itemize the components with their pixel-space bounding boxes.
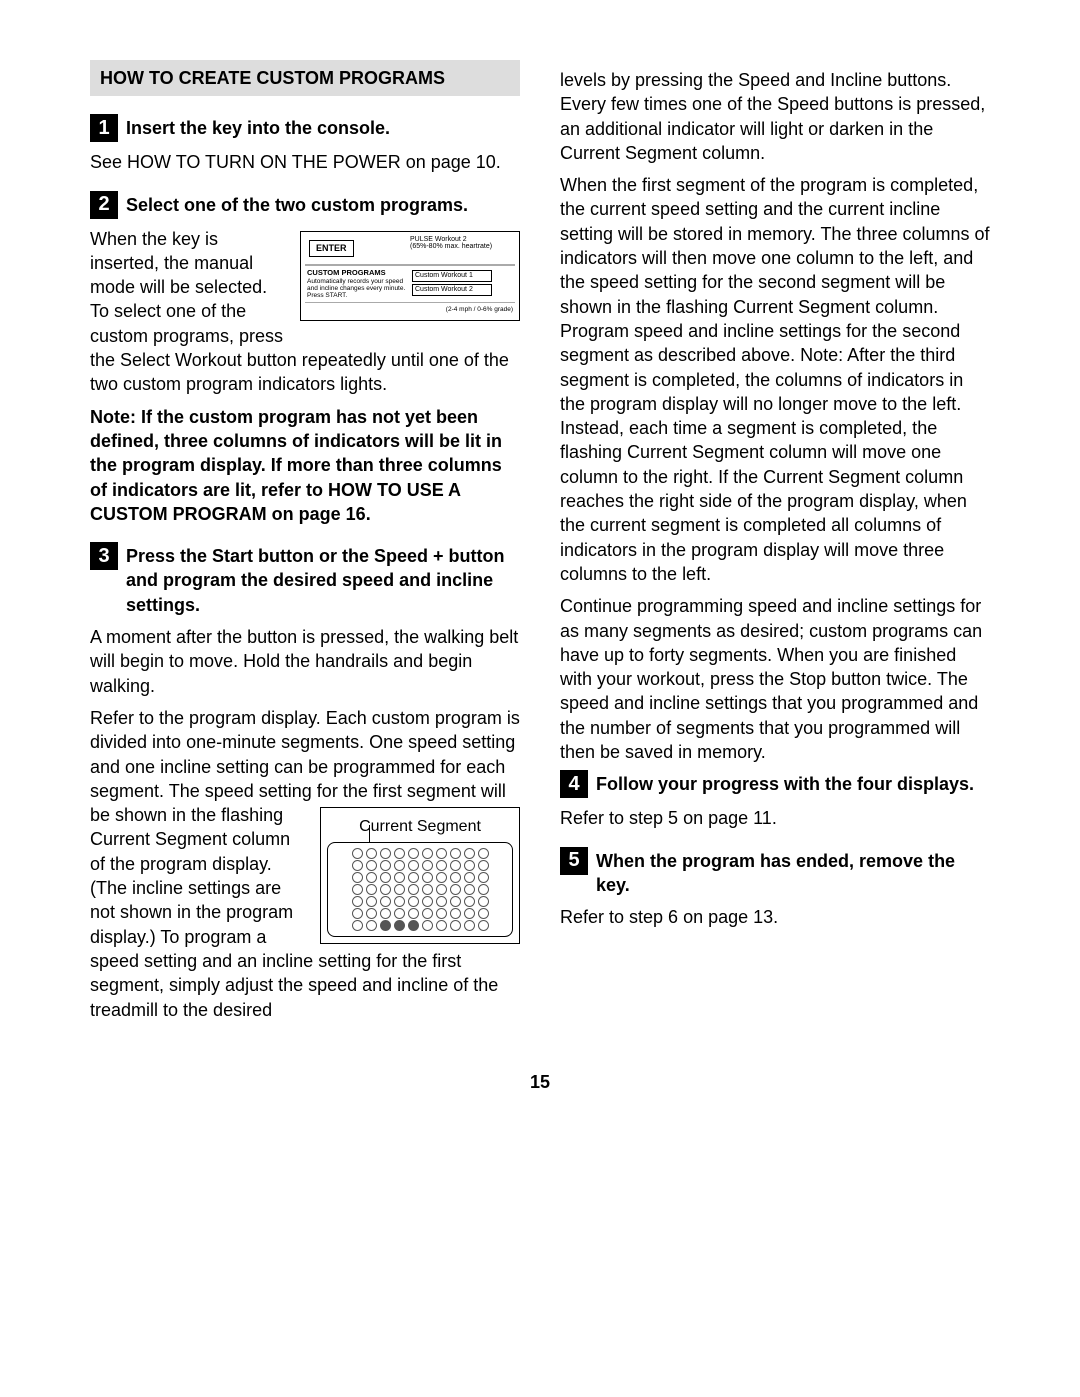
page-number: 15: [90, 1070, 990, 1094]
step-4-title: Follow your progress with the four displ…: [596, 772, 974, 796]
step-1: 1 Insert the key into the console. See H…: [90, 116, 520, 174]
step-3-p3: levels by pressing the Speed and Incline…: [560, 68, 990, 165]
step-3: 3 Press the Start button or the Speed + …: [90, 544, 520, 1022]
custom-workout-1-label: Custom Workout 1: [412, 270, 492, 282]
step-2-title: Select one of the two custom programs.: [126, 193, 468, 217]
step-number-4: 4: [560, 770, 588, 798]
step-2-note: Note: If the custom program has not yet …: [90, 405, 520, 526]
step-number-5: 5: [560, 847, 588, 875]
step-3-p2-wrap: Refer to the program display. Each custo…: [90, 706, 520, 1022]
console-diagram: ENTER PULSE Workout 2 (65%-80% max. hear…: [300, 231, 520, 322]
step-1-title: Insert the key into the console.: [126, 116, 390, 140]
indicator-grid: [327, 842, 513, 937]
step-4: 4 Follow your progress with the four dis…: [560, 772, 990, 830]
pulse-workout-sub: (65%-80% max. heartrate): [410, 243, 515, 251]
enter-button-label: ENTER: [309, 240, 354, 258]
pulse-workout-label: PULSE Workout 2: [410, 236, 515, 244]
custom-workout-2-label: Custom Workout 2: [412, 284, 492, 296]
step-2: 2 Select one of the two custom programs.…: [90, 193, 520, 527]
speed-grade-label: (2-4 mph / 0-6% grade): [446, 306, 513, 313]
step-number-1: 1: [90, 114, 118, 142]
step-1-p1: See HOW TO TURN ON THE POWER on page 10.: [90, 150, 520, 174]
step-5: 5 When the program has ended, remove the…: [560, 849, 990, 930]
step-2-p1a: When the key is inserted, the manual mod…: [90, 229, 283, 346]
section-header: HOW TO CREATE CUSTOM PROGRAMS: [90, 60, 520, 96]
segment-display-diagram: Current Segment: [320, 807, 520, 944]
custom-programs-desc: Automatically records your speed and inc…: [307, 278, 408, 299]
step-5-title: When the program has ended, remove the k…: [596, 849, 990, 898]
step-3-title: Press the Start button or the Speed + bu…: [126, 544, 520, 617]
step-3-p4: When the first segment of the program is…: [560, 173, 990, 586]
step-number-2: 2: [90, 191, 118, 219]
step-2-p1b: the Select Workout button repeatedly unt…: [90, 350, 509, 394]
step-3-p5: Continue programming speed and incline s…: [560, 594, 990, 764]
step-3-p1: A moment after the button is pressed, th…: [90, 625, 520, 698]
step-5-p1: Refer to step 6 on page 13.: [560, 905, 990, 929]
step-4-p1: Refer to step 5 on page 11.: [560, 806, 990, 830]
current-segment-label: Current Segment: [327, 816, 513, 838]
step-number-3: 3: [90, 542, 118, 570]
custom-programs-header: CUSTOM PROGRAMS: [307, 269, 408, 277]
